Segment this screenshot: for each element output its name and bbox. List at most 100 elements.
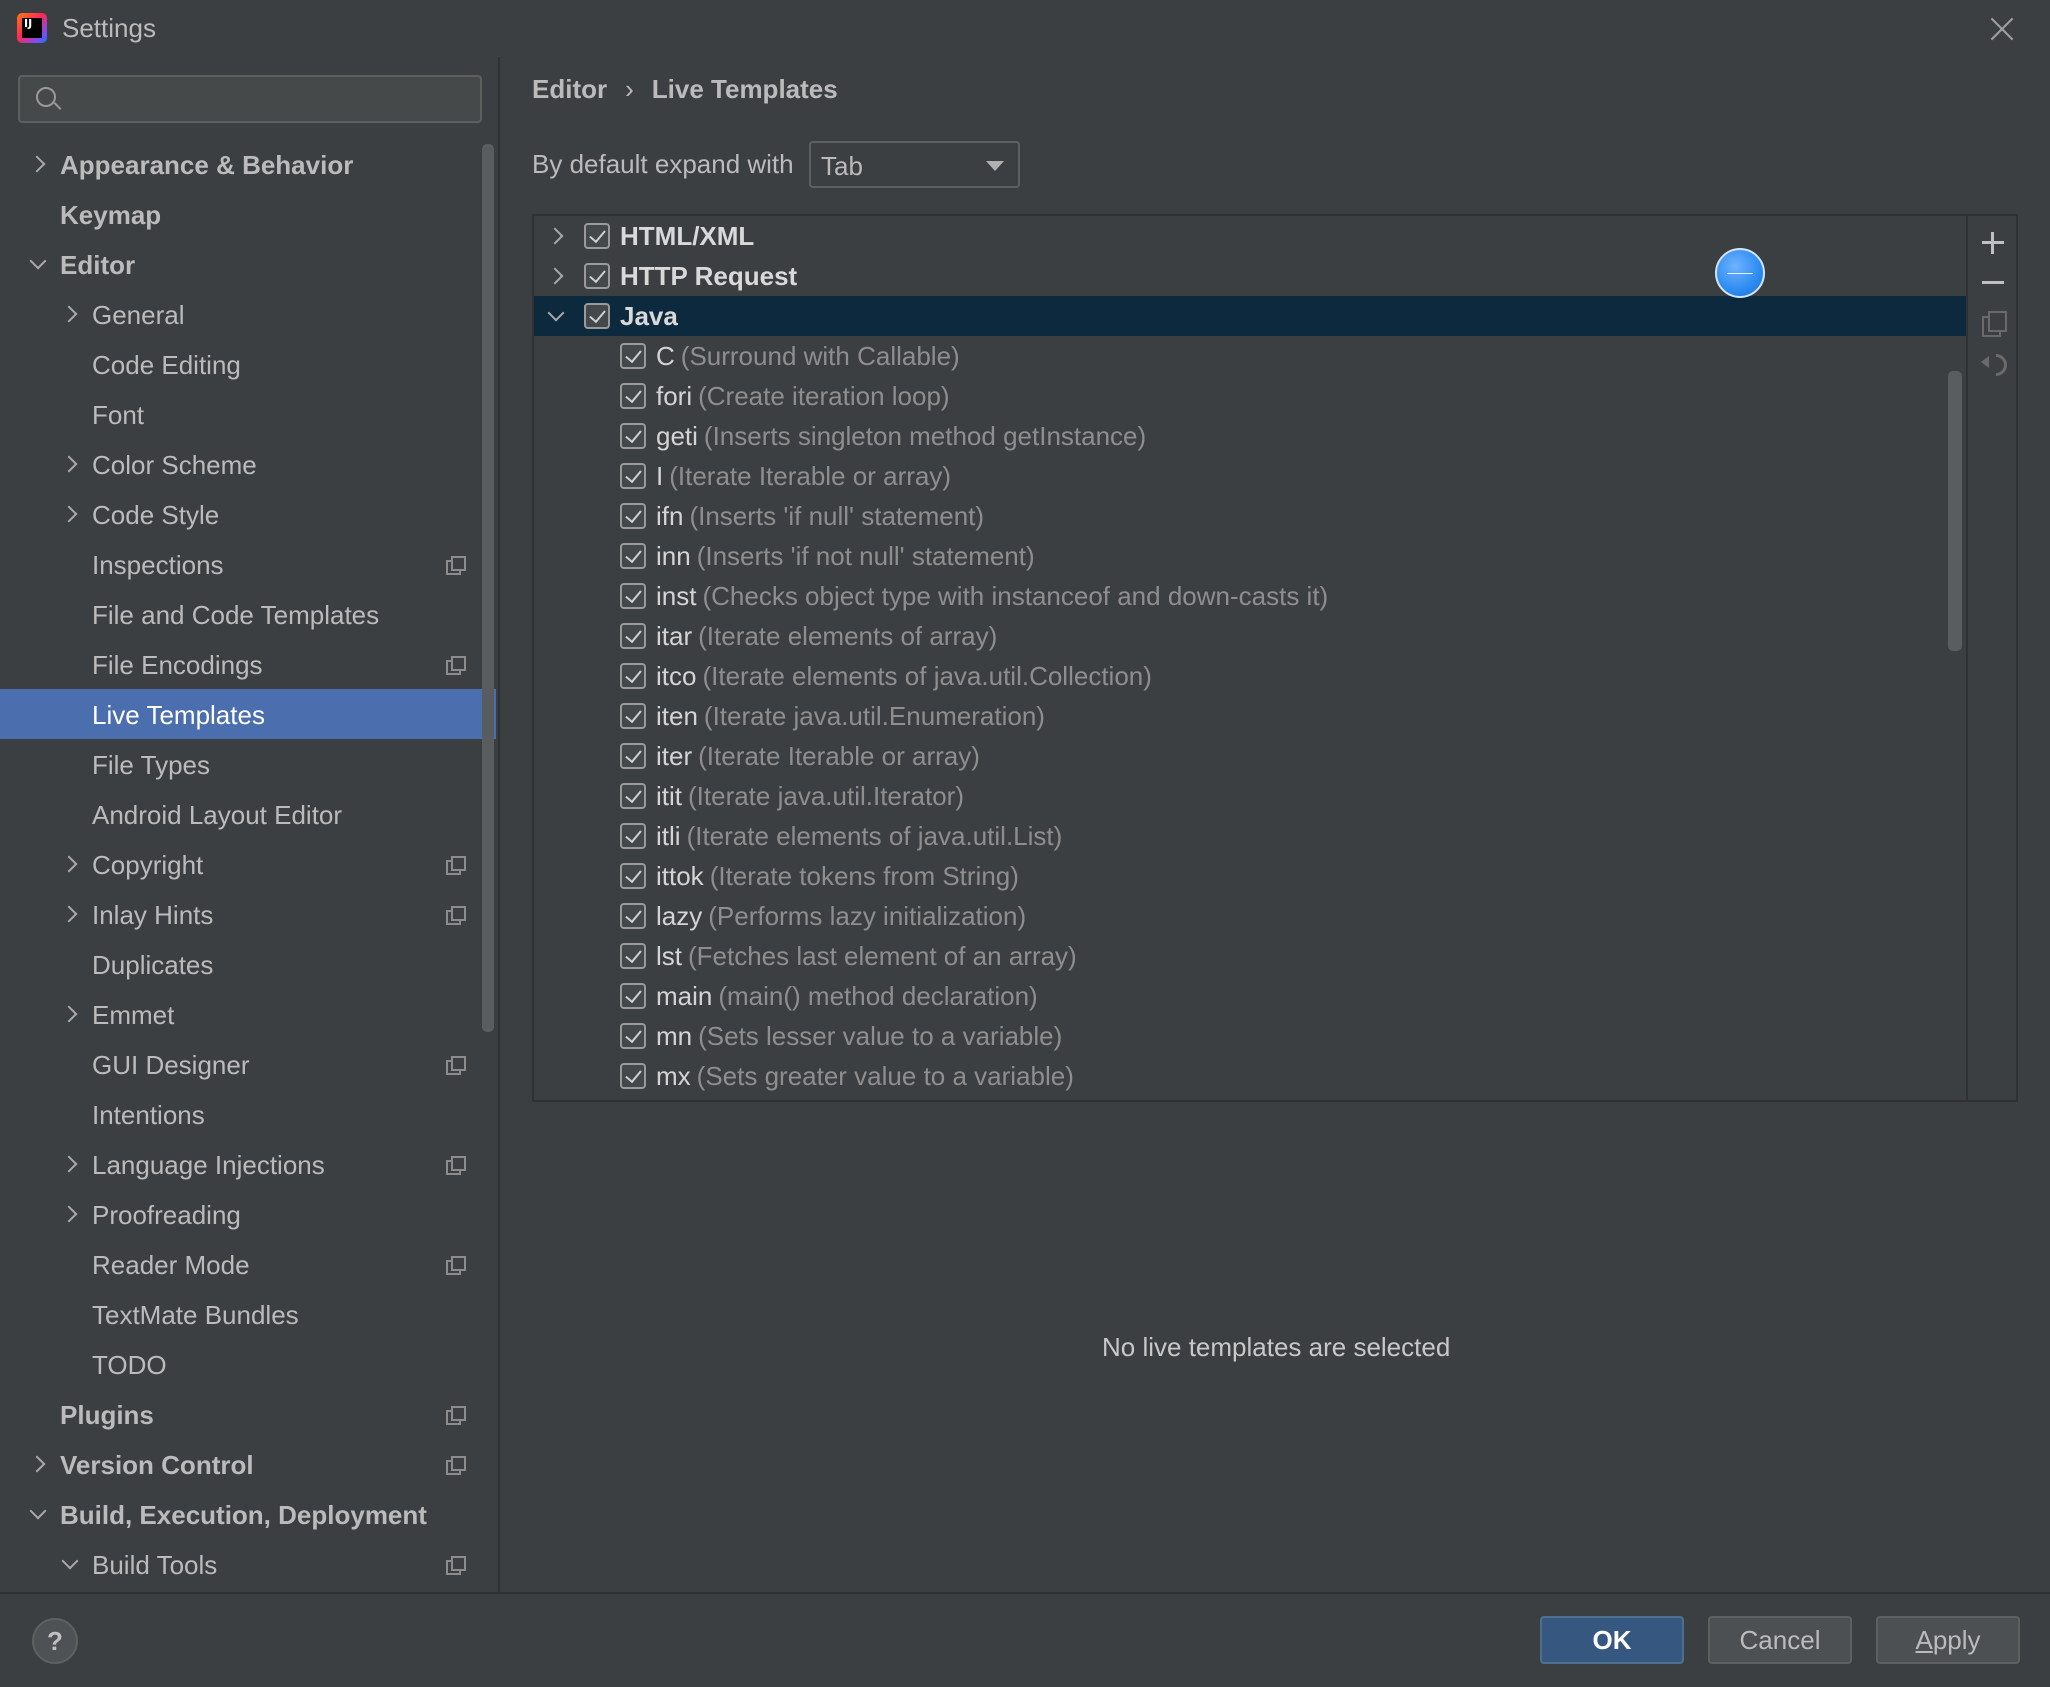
template-row[interactable]: geti (Inserts singleton method getInstanc…	[534, 416, 1966, 456]
chevron-down-icon[interactable]	[58, 1552, 82, 1576]
sidebar-item[interactable]: Proofreading	[0, 1189, 496, 1239]
chevron-right-icon[interactable]	[544, 264, 568, 288]
chevron-down-icon[interactable]	[26, 252, 50, 276]
ok-button[interactable]: OK	[1540, 1616, 1684, 1664]
chevron-right-icon[interactable]	[58, 1002, 82, 1026]
cancel-button[interactable]: Cancel	[1708, 1616, 1852, 1664]
template-checkbox[interactable]	[620, 463, 646, 489]
sidebar-item[interactable]: General	[0, 289, 496, 339]
copy-icon[interactable]	[1980, 310, 2007, 337]
sidebar-item[interactable]: Version Control	[0, 1439, 496, 1489]
template-row[interactable]: itco (Iterate elements of java.util.Colle…	[534, 656, 1966, 696]
help-button[interactable]: ?	[32, 1618, 78, 1664]
template-checkbox[interactable]	[620, 783, 646, 809]
sidebar-item[interactable]: File Encodings	[0, 639, 496, 689]
sidebar-item[interactable]: Inspections	[0, 539, 496, 589]
sidebar-item[interactable]: Font	[0, 389, 496, 439]
template-checkbox[interactable]	[620, 383, 646, 409]
sidebar-item[interactable]: Android Layout Editor	[0, 789, 496, 839]
plus-icon[interactable]	[1980, 230, 2006, 256]
sidebar-item[interactable]: File and Code Templates	[0, 589, 496, 639]
minus-icon[interactable]	[1980, 270, 2006, 296]
sidebar-item[interactable]: Copyright	[0, 839, 496, 889]
template-checkbox[interactable]	[620, 863, 646, 889]
group-checkbox[interactable]	[584, 223, 610, 249]
revert-icon[interactable]	[1980, 350, 2006, 376]
sidebar-item[interactable]: Color Scheme	[0, 439, 496, 489]
sidebar-item[interactable]: Editor	[0, 239, 496, 289]
template-row[interactable]: ifn (Inserts 'if null' statement)	[534, 496, 1966, 536]
templates-scrollbar[interactable]	[1948, 371, 1962, 651]
template-row[interactable]: C (Surround with Callable)	[534, 336, 1966, 376]
apply-button[interactable]: Apply	[1876, 1616, 2020, 1664]
template-checkbox[interactable]	[620, 503, 646, 529]
template-row[interactable]: lazy (Performs lazy initialization)	[534, 896, 1966, 936]
chevron-right-icon[interactable]	[58, 852, 82, 876]
template-checkbox[interactable]	[620, 743, 646, 769]
template-checkbox[interactable]	[620, 623, 646, 649]
group-checkbox[interactable]	[584, 303, 610, 329]
sidebar-item[interactable]: TextMate Bundles	[0, 1289, 496, 1339]
template-checkbox[interactable]	[620, 903, 646, 929]
search-input[interactable]	[68, 83, 468, 115]
sidebar-item[interactable]: File Types	[0, 739, 496, 789]
sidebar-item[interactable]: Code Style	[0, 489, 496, 539]
template-checkbox[interactable]	[620, 543, 646, 569]
search-field[interactable]	[18, 75, 482, 123]
chevron-right-icon[interactable]	[58, 452, 82, 476]
chevron-right-icon[interactable]	[58, 502, 82, 526]
sidebar-item[interactable]: Duplicates	[0, 939, 496, 989]
template-checkbox[interactable]	[620, 703, 646, 729]
chevron-right-icon[interactable]	[26, 1452, 50, 1476]
sidebar-item[interactable]: TODO	[0, 1339, 496, 1389]
template-row[interactable]: itar (Iterate elements of array)	[534, 616, 1966, 656]
template-row[interactable]: itli (Iterate elements of java.util.List)	[534, 816, 1966, 856]
chevron-right-icon[interactable]	[58, 302, 82, 326]
sidebar-item[interactable]: Language Injections	[0, 1139, 496, 1189]
sidebar-item[interactable]: Reader Mode	[0, 1239, 496, 1289]
template-row[interactable]: I (Iterate Iterable or array)	[534, 456, 1966, 496]
template-checkbox[interactable]	[620, 423, 646, 449]
chevron-down-icon[interactable]	[544, 304, 568, 328]
sidebar-item[interactable]: Inlay Hints	[0, 889, 496, 939]
template-row[interactable]: main (main() method declaration)	[534, 976, 1966, 1016]
template-row[interactable]: iten (Iterate java.util.Enumeration)	[534, 696, 1966, 736]
template-row[interactable]: lst (Fetches last element of an array)	[534, 936, 1966, 976]
template-row[interactable]: inn (Inserts 'if not null' statement)	[534, 536, 1966, 576]
chevron-right-icon[interactable]	[58, 1202, 82, 1226]
sidebar-item[interactable]: Live Templates	[0, 689, 496, 739]
chevron-right-icon[interactable]	[58, 902, 82, 926]
template-row[interactable]: inst (Checks object type with instanceof …	[534, 576, 1966, 616]
template-row[interactable]: mx (Sets greater value to a variable)	[534, 1056, 1966, 1096]
close-icon[interactable]	[1985, 12, 2019, 46]
sidebar-item[interactable]: Build Tools	[0, 1539, 496, 1589]
chevron-right-icon[interactable]	[58, 1152, 82, 1176]
template-group-row[interactable]: Java	[534, 296, 1966, 336]
sidebar-item[interactable]: Appearance & Behavior	[0, 139, 496, 189]
template-row[interactable]: itit (Iterate java.util.Iterator)	[534, 776, 1966, 816]
template-checkbox[interactable]	[620, 1023, 646, 1049]
expand-with-dropdown[interactable]: Tab	[809, 141, 1020, 188]
sidebar-item[interactable]: Emmet	[0, 989, 496, 1039]
template-checkbox[interactable]	[620, 343, 646, 369]
template-row[interactable]: mn (Sets lesser value to a variable)	[534, 1016, 1966, 1056]
sidebar-item[interactable]: Keymap	[0, 189, 496, 239]
template-checkbox[interactable]	[620, 1063, 646, 1089]
template-checkbox[interactable]	[620, 663, 646, 689]
chevron-right-icon[interactable]	[26, 152, 50, 176]
chevron-down-icon[interactable]	[26, 1502, 50, 1526]
template-row[interactable]: ittok (Iterate tokens from String)	[534, 856, 1966, 896]
template-checkbox[interactable]	[620, 983, 646, 1009]
template-row[interactable]: iter (Iterate Iterable or array)	[534, 736, 1966, 776]
sidebar-item[interactable]: GUI Designer	[0, 1039, 496, 1089]
group-checkbox[interactable]	[584, 263, 610, 289]
template-row[interactable]: fori (Create iteration loop)	[534, 376, 1966, 416]
template-checkbox[interactable]	[620, 583, 646, 609]
template-checkbox[interactable]	[620, 823, 646, 849]
chevron-right-icon[interactable]	[544, 224, 568, 248]
sidebar-item[interactable]: Build, Execution, Deployment	[0, 1489, 496, 1539]
sidebar-item[interactable]: Code Editing	[0, 339, 496, 389]
sidebar-item[interactable]: Intentions	[0, 1089, 496, 1139]
template-checkbox[interactable]	[620, 943, 646, 969]
breadcrumb-parent[interactable]: Editor	[532, 74, 607, 104]
